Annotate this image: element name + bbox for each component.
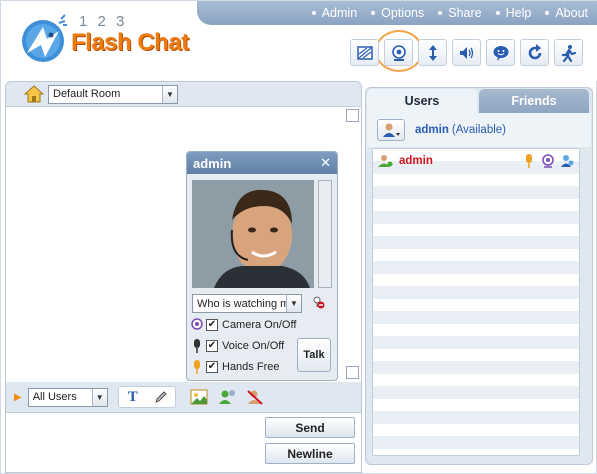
user-name: admin	[399, 155, 433, 167]
watching-select[interactable]: Who is watching m ▼	[192, 294, 302, 313]
hands-free-option: ✔ Hands Free	[191, 360, 279, 374]
chat-app: 1 2 3 Flash Chat Admin Options Share Hel…	[0, 0, 597, 474]
user-online-icon	[378, 155, 393, 167]
users-panel: Users Friends admin (Available) admin	[365, 87, 593, 465]
webcam-icon[interactable]	[541, 154, 555, 168]
scroll-up-button[interactable]	[346, 109, 359, 122]
microphone-icon[interactable]	[522, 154, 536, 168]
caret-right-icon: ▶	[14, 391, 22, 403]
hands-free-checkbox[interactable]: ✔	[206, 361, 218, 373]
redo-button[interactable]	[520, 39, 549, 66]
status-username: admin	[415, 124, 449, 136]
talk-button[interactable]: Talk	[297, 338, 331, 372]
webcam-video-feed	[192, 180, 314, 288]
chevron-down-icon[interactable]: ▼	[286, 295, 301, 312]
emoticon-button[interactable]	[486, 39, 515, 66]
microphone-icon	[194, 360, 200, 374]
user-list: admin	[372, 148, 580, 456]
hands-free-label: Hands Free	[222, 361, 280, 373]
logo-text: Flash Chat	[71, 29, 189, 56]
chevron-down-icon[interactable]: ▼	[91, 388, 107, 406]
main-chat-panel: Default Room ▼ admin ✕ Who is watching m…	[5, 81, 362, 473]
video-title-bar[interactable]: admin ✕	[187, 152, 337, 174]
microphone-icon	[194, 339, 200, 353]
send-button[interactable]: Send	[265, 417, 355, 438]
redo-icon	[528, 43, 541, 59]
format-controls: T	[117, 386, 176, 408]
message-input-area[interactable]: Send Newline	[6, 412, 361, 472]
emoticon-icon	[493, 45, 508, 61]
top-navigation: Admin Options Share Help About	[197, 1, 597, 25]
camera-label: Camera On/Off	[222, 319, 297, 331]
resize-icon	[428, 44, 437, 61]
nav-share[interactable]: Share	[438, 6, 482, 20]
voice-label: Voice On/Off	[222, 340, 285, 352]
resize-button[interactable]	[418, 39, 447, 66]
user-profile-icon[interactable]	[560, 154, 574, 168]
input-toolbar: ▶ All Users ▼ T	[6, 382, 361, 412]
user-status-bar: admin (Available)	[367, 113, 591, 147]
nav-about[interactable]: About	[545, 6, 588, 20]
room-bar: Default Room ▼	[6, 82, 361, 106]
skin-icon	[356, 45, 373, 60]
camera-checkbox[interactable]: ✔	[206, 319, 218, 331]
image-icon	[190, 389, 208, 405]
chevron-down-icon[interactable]: ▼	[162, 85, 177, 103]
skin-button[interactable]	[350, 39, 379, 66]
chat-messages-area: admin ✕ Who is watching m ▼ ✔ Camera On/…	[6, 106, 361, 382]
pencil-icon[interactable]	[147, 387, 175, 407]
volume-level-meter	[318, 180, 332, 288]
user-status-icon	[383, 123, 400, 137]
invite-button[interactable]	[216, 387, 238, 407]
text-format-icon[interactable]: T	[119, 387, 147, 407]
nav-admin[interactable]: Admin	[311, 6, 357, 20]
user-block-icon	[247, 390, 263, 405]
logo-numbers: 1 2 3	[79, 13, 128, 30]
bird-logo-icon	[22, 14, 67, 62]
toolbar	[350, 39, 583, 67]
voice-checkbox[interactable]: ✔	[206, 340, 218, 352]
list-item[interactable]: admin	[373, 149, 579, 173]
logo: 1 2 3 Flash Chat	[17, 7, 192, 69]
header: 1 2 3 Flash Chat Admin Options Share Hel…	[1, 1, 597, 81]
chat-scrollbar[interactable]	[346, 109, 359, 379]
status-menu-button[interactable]	[377, 119, 405, 141]
user-add-icon	[218, 390, 235, 404]
camera-option: ✔ Camera On/Off	[191, 318, 296, 332]
image-button[interactable]	[188, 387, 210, 407]
tab-users[interactable]: Users	[367, 89, 477, 113]
nav-help[interactable]: Help	[495, 6, 531, 20]
sound-button[interactable]	[452, 39, 481, 66]
sound-icon	[459, 46, 473, 59]
status-state: (Available)	[451, 124, 506, 136]
home-icon[interactable]	[24, 85, 44, 103]
webcam-icon	[391, 44, 406, 61]
webcam-icon	[191, 318, 203, 330]
tab-friends[interactable]: Friends	[479, 89, 589, 113]
webcam-button[interactable]	[384, 39, 413, 66]
exit-button[interactable]	[554, 39, 583, 66]
close-icon[interactable]: ✕	[320, 155, 331, 171]
room-select-value: Default Room	[53, 88, 121, 100]
newline-button[interactable]: Newline	[265, 443, 355, 464]
video-title: admin	[193, 155, 232, 171]
mute-icon[interactable]	[311, 295, 325, 309]
video-window: admin ✕ Who is watching m ▼ ✔ Camera On/…	[186, 151, 338, 381]
ignore-button[interactable]	[244, 387, 266, 407]
scroll-down-button[interactable]	[346, 366, 359, 379]
person-avatar-icon	[192, 180, 314, 288]
user-tabs: Users Friends	[367, 89, 589, 113]
voice-option: ✔ Voice On/Off	[191, 339, 284, 353]
room-select[interactable]: Default Room ▼	[48, 84, 178, 104]
nav-options[interactable]: Options	[371, 6, 424, 20]
recipient-select[interactable]: All Users ▼	[27, 387, 108, 407]
exit-icon	[561, 44, 576, 62]
